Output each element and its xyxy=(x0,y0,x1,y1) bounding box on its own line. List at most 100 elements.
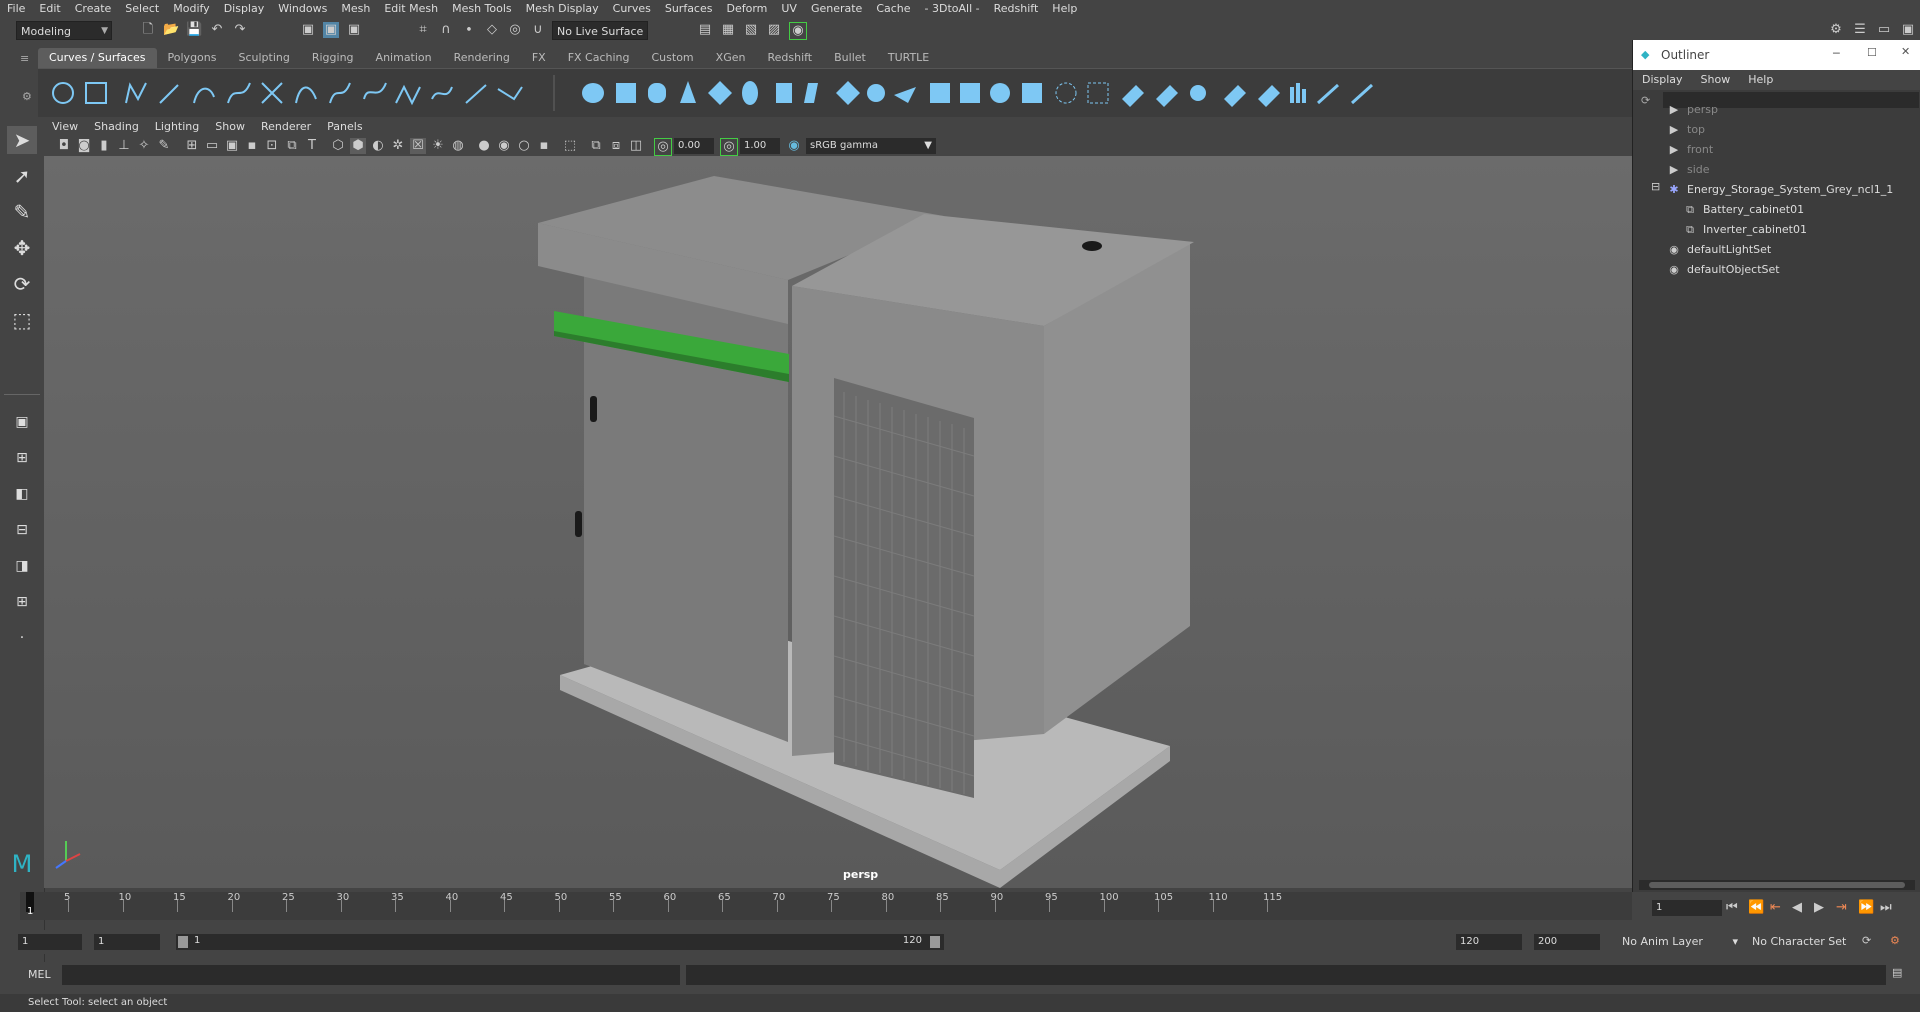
shelf-tab[interactable]: Polygons xyxy=(157,48,228,68)
undo-icon[interactable]: ↶ xyxy=(209,22,225,38)
shelf-menu-icon[interactable]: ≡ xyxy=(20,52,29,65)
minimize-icon[interactable]: ─ xyxy=(1833,47,1840,60)
channel-box-icon[interactable]: ☰ xyxy=(1852,22,1868,38)
step-forward-frame-icon[interactable]: ⏩ xyxy=(1858,900,1874,915)
preferences-icon[interactable]: ⚙ xyxy=(1890,934,1900,947)
menu-item[interactable]: UV xyxy=(774,2,804,15)
auto-key-icon[interactable]: ⟳ xyxy=(1862,934,1871,947)
render-frame-icon[interactable]: ▦ xyxy=(720,22,736,38)
range-start-handle[interactable] xyxy=(178,936,188,948)
go-to-end-icon[interactable]: ⏭ xyxy=(1880,900,1892,915)
menu-item[interactable]: Create xyxy=(68,2,119,15)
outliner-menu-item[interactable]: Show xyxy=(1692,70,1740,90)
go-to-start-icon[interactable]: ⏮ xyxy=(1726,900,1738,915)
shelf-tab[interactable]: Custom xyxy=(641,48,705,68)
menu-item[interactable]: File xyxy=(0,2,32,15)
bookmark-icon[interactable]: ▮ xyxy=(96,138,112,154)
wireframe-on-shaded-icon[interactable]: ◐ xyxy=(370,138,386,154)
rotate-tool-icon[interactable]: ⟳ xyxy=(7,270,37,298)
xray-icon[interactable]: ⬚ xyxy=(562,138,578,154)
safe-action-icon[interactable]: ⧉ xyxy=(284,138,300,154)
menu-item[interactable]: Mesh Tools xyxy=(445,2,519,15)
shelf-tab[interactable]: Bullet xyxy=(823,48,877,68)
shelf-tab[interactable]: TURTLE xyxy=(877,48,940,68)
step-back-key-icon[interactable]: ⇤ xyxy=(1770,900,1781,915)
select-component-icon[interactable]: ▣ xyxy=(346,22,362,38)
select-hierarchy-icon[interactable]: ▣ xyxy=(300,22,316,38)
safe-title-icon[interactable]: T xyxy=(304,138,320,154)
collapse-icon[interactable]: ⊟ xyxy=(1651,180,1660,193)
image-plane-icon[interactable]: ⊥ xyxy=(116,138,132,154)
hypershade-icon[interactable]: ◉ xyxy=(789,22,807,40)
menu-item[interactable]: - 3DtoAll - xyxy=(918,2,987,15)
hypershade-layout-icon[interactable]: ◨ xyxy=(7,552,37,580)
step-forward-key-icon[interactable]: ⇥ xyxy=(1836,900,1847,915)
ambient-occlusion-icon[interactable]: ◍ xyxy=(450,138,466,154)
menu-item[interactable]: Windows xyxy=(271,2,334,15)
gamma-toggle-icon[interactable]: ◎ xyxy=(720,138,738,156)
panel-menu-item[interactable]: View xyxy=(44,118,86,136)
shelf-tab[interactable]: Redshift xyxy=(756,48,823,68)
shelf-tab[interactable]: Animation xyxy=(365,48,443,68)
menu-item[interactable]: Cache xyxy=(869,2,917,15)
render-settings-icon[interactable]: ▨ xyxy=(766,22,782,38)
panel-menu-item[interactable]: Shading xyxy=(86,118,147,136)
grease-pencil-icon[interactable]: ✎ xyxy=(156,138,172,154)
attribute-editor-icon[interactable]: ▭ xyxy=(1876,22,1892,38)
menu-item[interactable]: Display xyxy=(217,2,272,15)
snap-view-icon[interactable]: ◇ xyxy=(484,22,500,38)
shadows-icon[interactable]: ☀ xyxy=(430,138,446,154)
panel-menu-item[interactable]: Panels xyxy=(319,118,370,136)
menu-item[interactable]: Deform xyxy=(719,2,774,15)
tool-settings-icon[interactable]: ▣ xyxy=(1900,22,1916,38)
range-end-handle[interactable] xyxy=(930,936,940,948)
move-tool-icon[interactable]: ✥ xyxy=(7,234,37,262)
film-gate-icon[interactable]: ▭ xyxy=(204,138,220,154)
panel-menu-item[interactable]: Show xyxy=(207,118,253,136)
color-management-icon[interactable]: ◉ xyxy=(786,138,802,154)
paint-select-icon[interactable]: ✎ xyxy=(7,198,37,226)
lasso-tool-icon[interactable]: ➚ xyxy=(7,162,37,190)
outliner-item[interactable]: ◉ defaultLightSet xyxy=(1667,240,1771,260)
menu-item[interactable]: Edit Mesh xyxy=(377,2,445,15)
wireframe-icon[interactable]: ⬡ xyxy=(330,138,346,154)
playback-start-field[interactable]: 1 xyxy=(94,934,160,950)
xray-components-icon[interactable]: ⧈ xyxy=(608,138,624,154)
range-slider[interactable]: 1 120 xyxy=(176,934,944,950)
maximize-icon[interactable]: ☐ xyxy=(1867,46,1877,59)
outliner-item[interactable]: ⧉ Battery_cabinet01 xyxy=(1683,200,1804,220)
render-view-icon[interactable]: ▤ xyxy=(697,22,713,38)
character-set-dropdown[interactable]: No Character Set xyxy=(1752,934,1860,950)
panel-menu-item[interactable]: Lighting xyxy=(147,118,207,136)
outliner-item[interactable]: ✱ Energy_Storage_System_Grey_ncl1_1 xyxy=(1667,180,1893,200)
four-view-icon[interactable]: ⊞ xyxy=(7,444,37,472)
play-backwards-icon[interactable]: ◀ xyxy=(1792,900,1802,915)
anim-layer-dropdown[interactable]: No Anim Layer ▾ xyxy=(1622,934,1742,950)
open-scene-icon[interactable]: 📂 xyxy=(163,22,179,38)
gate-mask-icon[interactable]: ▪ xyxy=(244,138,260,154)
two-d-pan-icon[interactable]: ✧ xyxy=(136,138,152,154)
menu-set-dropdown[interactable]: Modeling ▼ xyxy=(16,21,112,40)
outliner-item[interactable]: ▶ side xyxy=(1667,160,1710,180)
menu-item[interactable]: Mesh Display xyxy=(519,2,606,15)
outliner-item[interactable]: ▶ front xyxy=(1667,140,1713,160)
scrollbar-thumb[interactable] xyxy=(1649,882,1905,888)
command-language-label[interactable]: MEL xyxy=(28,968,51,981)
step-back-frame-icon[interactable]: ⏪ xyxy=(1748,900,1764,915)
menu-item[interactable]: Surfaces xyxy=(658,2,720,15)
menu-item[interactable]: Redshift xyxy=(987,2,1046,15)
outliner-menu-item[interactable]: Display xyxy=(1633,70,1692,90)
depth-of-field-icon[interactable]: ○ xyxy=(516,138,532,154)
current-frame-field[interactable]: 1 xyxy=(1652,900,1722,916)
resolution-gate-icon[interactable]: ▣ xyxy=(224,138,240,154)
start-time-field[interactable]: 1 xyxy=(18,934,82,950)
new-scene-icon[interactable]: 🗋 xyxy=(140,22,156,38)
ipr-render-icon[interactable]: ▧ xyxy=(743,22,759,38)
outliner-hscrollbar[interactable] xyxy=(1639,880,1915,890)
close-icon[interactable]: ✕ xyxy=(1901,45,1910,58)
hud-icon[interactable]: ◫ xyxy=(628,138,644,154)
shelf-tab[interactable]: XGen xyxy=(705,48,757,68)
exposure-toggle-icon[interactable]: ◎ xyxy=(654,138,672,156)
menu-item[interactable]: Curves xyxy=(606,2,658,15)
motion-blur-icon[interactable]: ● xyxy=(476,138,492,154)
